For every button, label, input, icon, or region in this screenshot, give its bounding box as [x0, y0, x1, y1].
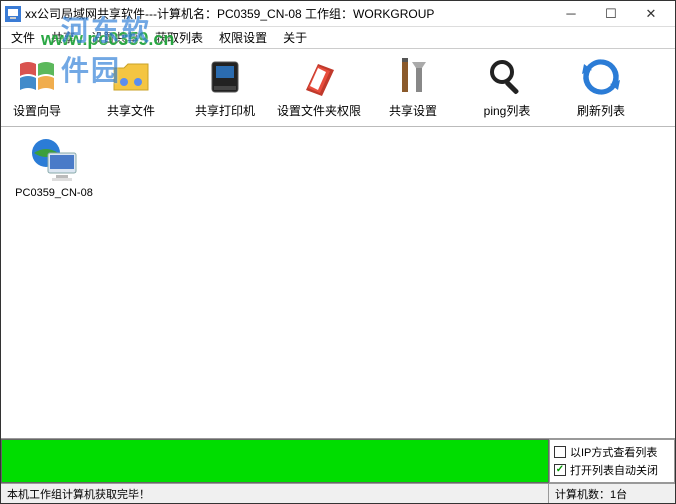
app-icon	[5, 6, 21, 22]
tool-share-printer[interactable]: 共享打印机	[197, 56, 253, 119]
status-count: 计算机数：1台	[549, 484, 675, 503]
checkbox-icon	[554, 446, 566, 458]
options-panel: 以IP方式查看列表 打开列表自动关闭	[549, 439, 675, 483]
book-icon	[298, 56, 340, 98]
menu-share[interactable]: 共享	[45, 27, 81, 48]
option-view-by-ip[interactable]: 以IP方式查看列表	[554, 444, 670, 460]
bottom-panel: 以IP方式查看列表 打开列表自动关闭	[1, 438, 675, 483]
close-button[interactable]: ✕	[631, 2, 671, 26]
progress-bar	[1, 439, 549, 483]
menu-set-share[interactable]: 设置共享	[85, 27, 145, 48]
windows-logo-icon	[16, 56, 58, 98]
tool-refresh-list[interactable]: 刷新列表	[573, 56, 629, 119]
menu-get-list[interactable]: 获取列表	[149, 27, 209, 48]
menu-bar: 文件 共享 设置共享 获取列表 权限设置 关于	[1, 27, 675, 49]
minimize-button[interactable]: ─	[551, 2, 591, 26]
magnifier-icon	[486, 56, 528, 98]
window-title: xx公司局域网共享软件---计算机名：PC0359_CN-08 工作组：WORK…	[25, 5, 551, 22]
tool-setup-wizard[interactable]: 设置向导	[9, 56, 65, 119]
computer-globe-icon	[28, 135, 80, 183]
window-controls: ─ ☐ ✕	[551, 2, 671, 26]
maximize-button[interactable]: ☐	[591, 2, 631, 26]
status-message: 本机工作组计算机获取完毕！	[1, 484, 549, 503]
menu-file[interactable]: 文件	[5, 27, 41, 48]
computer-item[interactable]: PC0359_CN-08	[9, 135, 99, 199]
checkbox-checked-icon	[554, 464, 566, 476]
title-bar: xx公司局域网共享软件---计算机名：PC0359_CN-08 工作组：WORK…	[1, 1, 675, 27]
tool-folder-permission[interactable]: 设置文件夹权限	[291, 56, 347, 119]
tool-share-file[interactable]: 共享文件	[103, 56, 159, 119]
printer-icon	[204, 56, 246, 98]
content-area: PC0359_CN-08	[1, 127, 675, 433]
tool-share-settings[interactable]: 共享设置	[385, 56, 441, 119]
refresh-icon	[580, 56, 622, 98]
toolbar: 设置向导 共享文件 共享打印机 设置文件夹权限 共享设置 ping列表 刷新	[1, 49, 675, 127]
tools-icon	[392, 56, 434, 98]
menu-permission[interactable]: 权限设置	[213, 27, 273, 48]
status-bar: 本机工作组计算机获取完毕！ 计算机数：1台	[1, 483, 675, 503]
tool-ping-list[interactable]: ping列表	[479, 56, 535, 119]
menu-about[interactable]: 关于	[277, 27, 313, 48]
folder-share-icon	[110, 56, 152, 98]
option-auto-close[interactable]: 打开列表自动关闭	[554, 462, 670, 478]
